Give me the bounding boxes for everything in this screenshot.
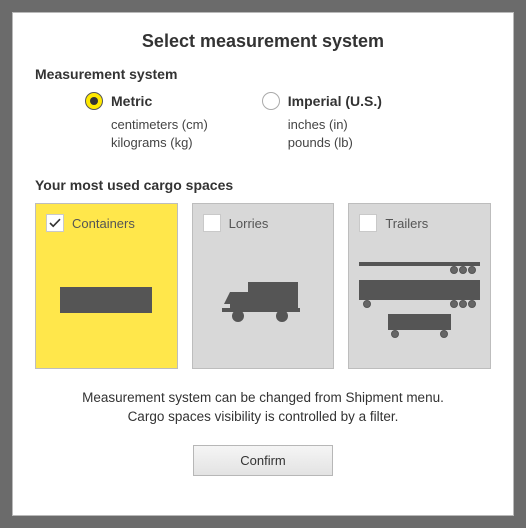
lorry-icon — [222, 276, 304, 324]
cargo-section-label: Your most used cargo spaces — [35, 177, 491, 193]
modal-title: Select measurement system — [35, 31, 491, 52]
hint-line1: Measurement system can be changed from S… — [82, 390, 444, 405]
container-icon — [60, 287, 152, 313]
confirm-button[interactable]: Confirm — [193, 445, 333, 476]
hint-text: Measurement system can be changed from S… — [35, 389, 491, 427]
trailers-checkbox[interactable] — [359, 214, 377, 232]
metric-option[interactable]: Metric centimeters (cm) kilograms (kg) — [85, 92, 208, 151]
lorries-label: Lorries — [229, 216, 269, 231]
metric-label: Metric — [111, 93, 152, 109]
metric-sub1: centimeters (cm) — [111, 116, 208, 134]
lorries-checkbox[interactable] — [203, 214, 221, 232]
cargo-card-lorries[interactable]: Lorries — [192, 203, 335, 369]
measurement-radio-group: Metric centimeters (cm) kilograms (kg) I… — [85, 92, 491, 151]
measurement-section-label: Measurement system — [35, 66, 491, 82]
measurement-system-modal: Select measurement system Measurement sy… — [12, 12, 514, 516]
check-icon — [49, 217, 61, 229]
imperial-radio[interactable] — [262, 92, 280, 110]
imperial-label: Imperial (U.S.) — [288, 93, 382, 109]
metric-radio[interactable] — [85, 92, 103, 110]
cargo-cards: Containers Lorries — [35, 203, 491, 369]
trailer-icon — [359, 262, 480, 338]
imperial-option[interactable]: Imperial (U.S.) inches (in) pounds (lb) — [262, 92, 382, 151]
containers-label: Containers — [72, 216, 135, 231]
cargo-card-trailers[interactable]: Trailers — [348, 203, 491, 369]
cargo-card-containers[interactable]: Containers — [35, 203, 178, 369]
imperial-sub1: inches (in) — [288, 116, 382, 134]
imperial-sub2: pounds (lb) — [288, 134, 382, 152]
containers-checkbox[interactable] — [46, 214, 64, 232]
trailers-label: Trailers — [385, 216, 428, 231]
hint-line2: Cargo spaces visibility is controlled by… — [128, 409, 399, 424]
metric-sub2: kilograms (kg) — [111, 134, 208, 152]
